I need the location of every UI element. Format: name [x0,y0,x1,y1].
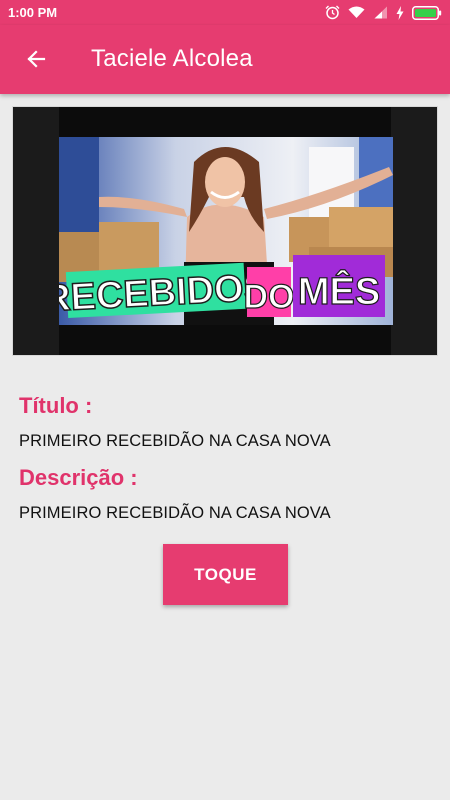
description-value: PRIMEIRO RECEBIDÃO NA CASA NOVA [19,504,331,522]
back-button[interactable] [12,35,60,83]
arrow-back-icon [27,50,46,68]
status-bar: 1:00 PM [0,0,450,25]
video-letterbox-left [13,107,59,355]
signal-icon [374,6,387,19]
title-value: PRIMEIRO RECEBIDÃO NA CASA NOVA [19,432,331,450]
battery-icon [412,5,442,20]
wifi-icon [348,6,365,18]
description-label: Descrição : [19,465,138,490]
toque-button[interactable]: TOQUE [163,544,288,605]
video-letterbox-right [391,107,437,355]
thumbnail-text-mes: MÊS [298,269,380,313]
video-thumbnail: RECEBIDOS DO MÊS [59,137,393,325]
status-icons [325,4,442,21]
app-bar: Taciele Alcolea [0,25,450,94]
charging-icon [396,5,404,20]
video-player[interactable]: RECEBIDOS DO MÊS [12,106,438,356]
thumbnail-text-do: DO [244,278,295,316]
title-label: Título : [19,393,93,418]
status-time: 1:00 PM [8,5,58,20]
app-title: Taciele Alcolea [91,45,253,72]
alarm-icon [325,5,340,20]
